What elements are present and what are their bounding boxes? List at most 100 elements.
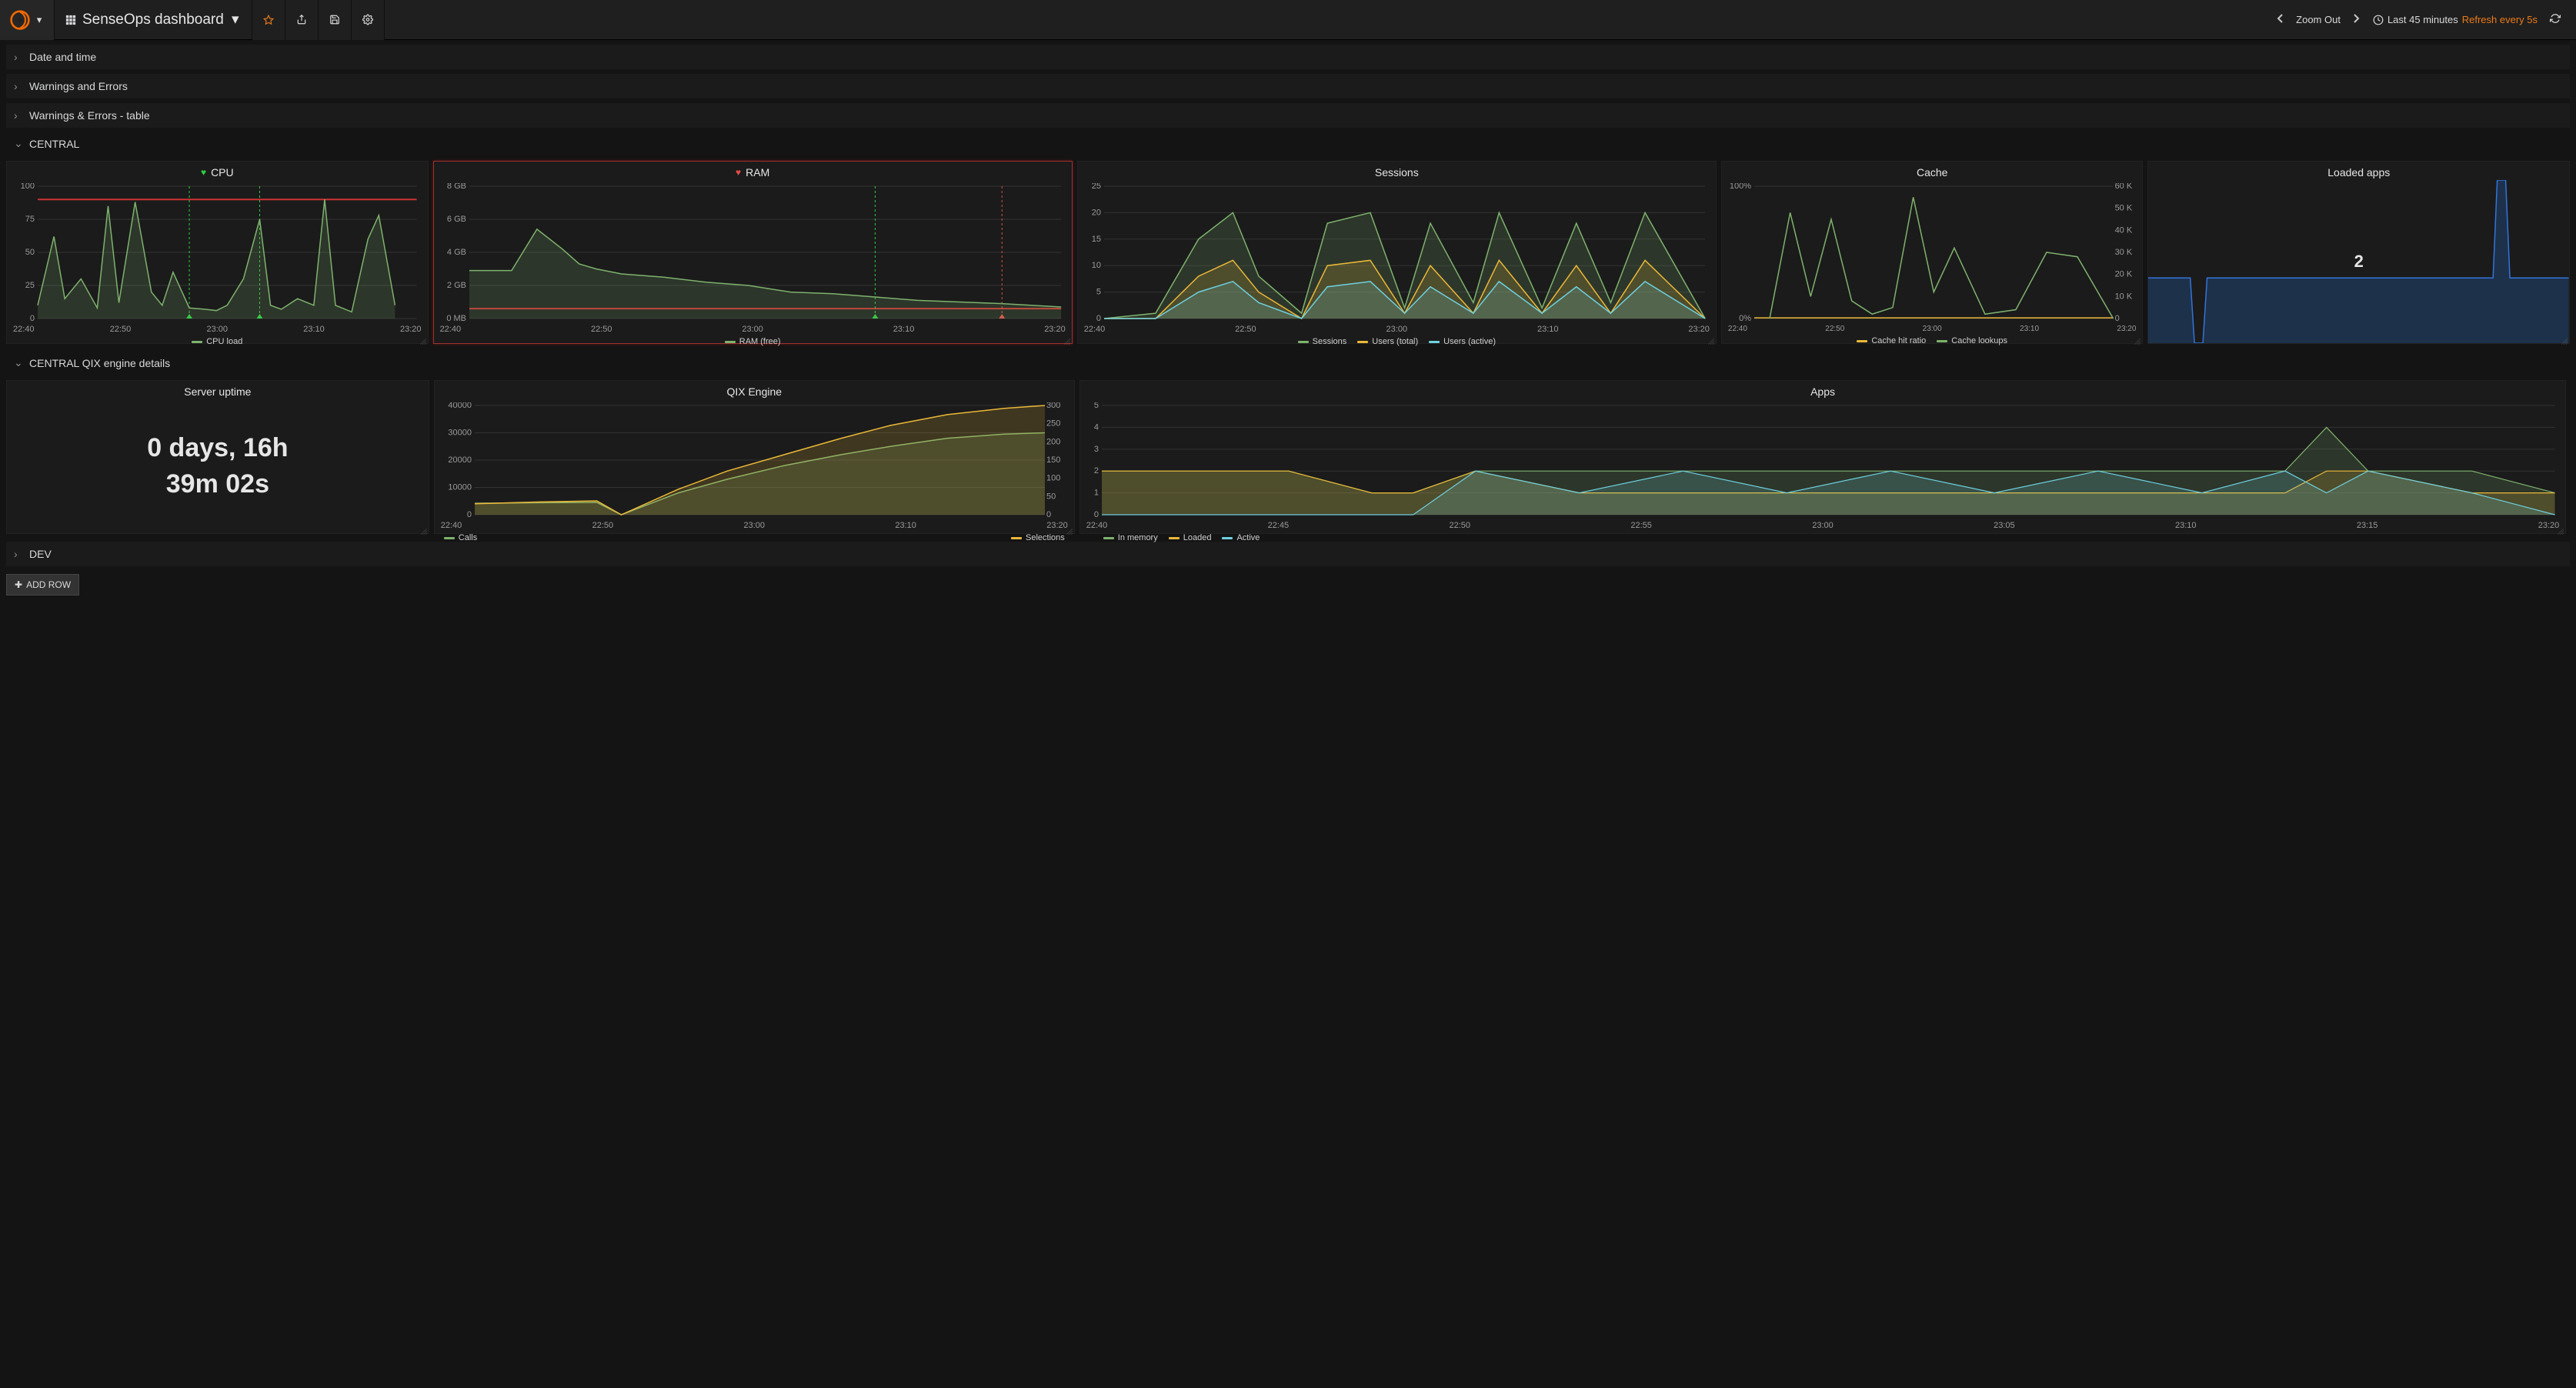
row-central[interactable]: ⌄ CENTRAL	[6, 132, 2570, 156]
star-button[interactable]	[252, 0, 285, 40]
svg-text:6 GB: 6 GB	[446, 215, 465, 224]
resize-handle[interactable]	[2558, 526, 2564, 532]
row-label: CENTRAL QIX engine details	[29, 357, 170, 369]
panel-title: ♥ CPU	[7, 162, 428, 180]
legend: Sessions Users (total) Users (active)	[1078, 334, 1716, 352]
legend: Cache hit ratio Cache lookups	[1722, 333, 2143, 352]
resize-handle[interactable]	[421, 526, 427, 532]
svg-text:25: 25	[1091, 183, 1100, 191]
resize-handle[interactable]	[420, 335, 426, 342]
svg-text:25: 25	[25, 281, 35, 290]
svg-text:0: 0	[467, 510, 472, 518]
svg-text:40000: 40000	[448, 402, 472, 410]
heart-alert-icon: ♥	[736, 167, 741, 178]
svg-text:40 K: 40 K	[2114, 225, 2132, 235]
grafana-logo-button[interactable]: ▾	[0, 0, 55, 40]
x-axis-ticks: 22:4022:5023:0023:1023:20	[1078, 323, 1716, 334]
svg-text:10 K: 10 K	[2114, 292, 2132, 301]
resize-handle[interactable]	[1708, 335, 1714, 342]
row-qix[interactable]: ⌄ CENTRAL QIX engine details	[6, 352, 2570, 375]
panel-title: ♥ RAM	[434, 162, 1072, 180]
panel-cache[interactable]: Cache 0%100%010 K20 K30 K40 K50 K60 K 22…	[1721, 161, 2144, 344]
settings-button[interactable]	[352, 0, 385, 40]
clock-icon	[2373, 15, 2384, 25]
panel-loaded-apps[interactable]: Loaded apps 2	[2147, 161, 2570, 344]
resize-handle[interactable]	[1064, 335, 1070, 342]
gear-icon	[362, 15, 373, 25]
row-warnings-errors-table[interactable]: › Warnings & Errors - table	[6, 103, 2570, 128]
panel-ram[interactable]: ♥ RAM 0 MB2 GB4 GB6 GB8 GB 22:4022:5023:…	[433, 161, 1073, 344]
dashboard-title-dropdown[interactable]: SenseOps dashboard ▾	[55, 0, 252, 39]
chevron-right-icon: ›	[14, 548, 23, 560]
row-date-time[interactable]: › Date and time	[6, 45, 2570, 69]
panel-cpu[interactable]: ♥ CPU 0255075100 22:4022:5023:0023:1023:…	[6, 161, 429, 344]
chevron-right-icon: ›	[14, 51, 23, 63]
panel-title: Loaded apps	[2327, 166, 2390, 179]
chevron-left-icon	[2276, 14, 2284, 23]
chevron-down-icon: ⌄	[14, 137, 23, 150]
svg-text:0: 0	[30, 314, 35, 322]
x-axis-ticks: 22:4022:5023:0023:1023:20	[434, 323, 1072, 334]
plus-icon: ✚	[15, 579, 22, 590]
svg-text:15: 15	[1091, 235, 1100, 244]
panel-sessions[interactable]: Sessions 0510152025 22:4022:5023:0023:10…	[1077, 161, 1717, 344]
heart-ok-icon: ♥	[201, 167, 206, 178]
svg-text:50: 50	[25, 248, 35, 257]
legend: In memory Loaded Active	[1080, 530, 2566, 549]
save-icon	[329, 15, 340, 25]
time-picker: Zoom Out Last 45 minutes Refresh every 5…	[2261, 0, 2576, 39]
row-label: Warnings and Errors	[29, 80, 128, 92]
time-back-button[interactable]	[2271, 14, 2288, 25]
loaded-apps-value: 2	[2354, 252, 2364, 272]
svg-text:0: 0	[1096, 314, 1101, 322]
row-warnings-errors[interactable]: › Warnings and Errors	[6, 74, 2570, 98]
panel-qix-engine[interactable]: QIX Engine 01000020000300004000005010015…	[434, 380, 1075, 534]
resize-handle[interactable]	[1066, 526, 1073, 532]
resize-handle[interactable]	[2561, 335, 2568, 342]
svg-text:150: 150	[1046, 455, 1060, 465]
svg-text:75: 75	[25, 215, 35, 224]
dashboard-title-text: SenseOps dashboard	[82, 12, 224, 28]
time-range-button[interactable]: Last 45 minutes Refresh every 5s	[2373, 14, 2538, 25]
x-axis-ticks: 22:4022:4522:5022:5523:0023:0523:1023:15…	[1080, 519, 2566, 530]
row-label: DEV	[29, 548, 52, 560]
save-button[interactable]	[319, 0, 352, 40]
apps-chart: 012345	[1086, 402, 2560, 518]
sessions-chart: 0510152025	[1084, 183, 1710, 322]
svg-text:4 GB: 4 GB	[446, 248, 465, 257]
qix-chart: 010000200003000040000050100150200250300	[441, 402, 1068, 518]
ram-chart: 0 MB2 GB4 GB6 GB8 GB	[440, 183, 1066, 322]
svg-text:30000: 30000	[448, 429, 472, 438]
svg-text:300: 300	[1046, 402, 1060, 410]
svg-text:20000: 20000	[448, 455, 472, 465]
resize-handle[interactable]	[2134, 335, 2141, 342]
central-panel-row: ♥ CPU 0255075100 22:4022:5023:0023:1023:…	[6, 161, 2570, 344]
svg-text:5: 5	[1094, 402, 1099, 410]
dashboard-grid-icon	[65, 15, 76, 25]
panel-title: Cache	[1917, 166, 1947, 179]
svg-text:50 K: 50 K	[2114, 204, 2132, 213]
navbar: ▾ SenseOps dashboard ▾	[0, 0, 2576, 40]
chevron-right-icon: ›	[14, 109, 23, 122]
row-label: Warnings & Errors - table	[29, 109, 150, 122]
svg-text:100: 100	[1046, 474, 1060, 483]
svg-text:60 K: 60 K	[2114, 183, 2132, 191]
panel-title: QIX Engine	[726, 385, 782, 398]
star-icon	[263, 15, 274, 25]
svg-text:8 GB: 8 GB	[446, 183, 465, 191]
svg-text:0: 0	[1046, 510, 1051, 518]
row-label: Date and time	[29, 51, 96, 63]
share-button[interactable]	[285, 0, 319, 40]
svg-text:5: 5	[1096, 288, 1101, 297]
chevron-down-icon: ⌄	[14, 356, 23, 369]
zoom-out-button[interactable]: Zoom Out	[2296, 14, 2341, 25]
x-axis-ticks: 22:4022:5023:0023:1023:20	[1722, 323, 2143, 333]
caret-down-icon: ▾	[230, 15, 241, 25]
time-forward-button[interactable]	[2348, 14, 2365, 25]
svg-text:30 K: 30 K	[2114, 248, 2132, 257]
panel-server-uptime[interactable]: Server uptime 0 days, 16h 39m 02s	[6, 380, 429, 534]
refresh-button[interactable]	[2545, 13, 2565, 26]
add-row-button[interactable]: ✚ ADD ROW	[6, 574, 79, 596]
time-range-text: Last 45 minutes	[2387, 14, 2458, 25]
panel-apps[interactable]: Apps 012345 22:4022:4522:5022:5523:0023:…	[1079, 380, 2567, 534]
